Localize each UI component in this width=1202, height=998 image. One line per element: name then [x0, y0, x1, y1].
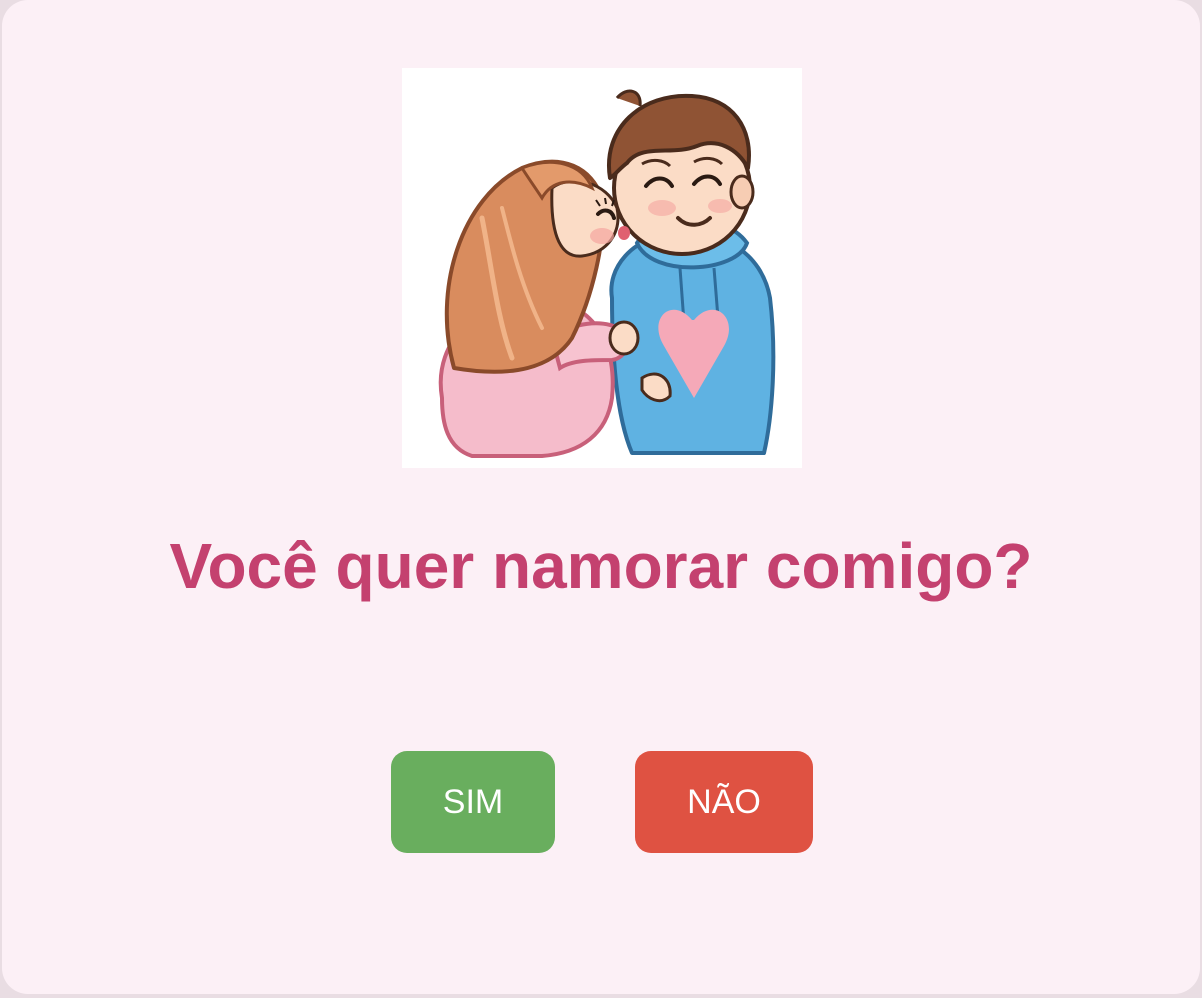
couple-kiss-illustration — [402, 68, 802, 468]
no-button-label: NÃO — [687, 782, 761, 821]
proposal-question: Você quer namorar comigo? — [169, 530, 1033, 602]
yes-button-label: SIM — [442, 782, 504, 821]
yes-button[interactable]: SIM — [391, 751, 555, 853]
couple-illustration-graphic — [438, 89, 776, 458]
no-button[interactable]: NÃO — [635, 751, 813, 853]
proposal-card: Você quer namorar comigo? SIM NÃO — [2, 0, 1200, 994]
